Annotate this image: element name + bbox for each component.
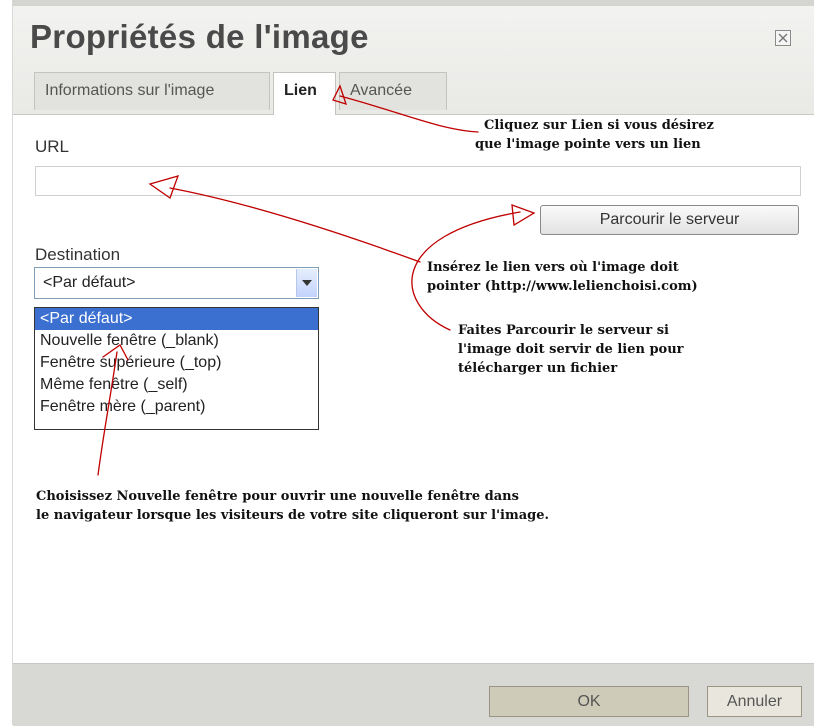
option-top[interactable]: Fenêtre supérieure (_top): [35, 352, 318, 374]
url-label: URL: [35, 137, 70, 156]
browse-server-button[interactable]: Parcourir le serveur: [540, 205, 799, 235]
option-blank[interactable]: Nouvelle fenêtre (_blank): [35, 330, 318, 352]
destination-select[interactable]: <Par défaut>: [34, 267, 319, 299]
option-default[interactable]: <Par défaut>: [35, 308, 318, 330]
top-rule: [13, 0, 814, 6]
annotation-url-line1: Insérez le lien vers où l'image doit: [427, 260, 679, 275]
destination-label: Destination: [35, 245, 121, 264]
ok-button[interactable]: OK: [489, 686, 689, 717]
tab-image-info[interactable]: Informations sur l'image: [34, 72, 270, 110]
tab-link[interactable]: Lien: [273, 72, 336, 115]
annotation-browse-line3: télécharger un fichier: [458, 361, 618, 376]
annotation-window-line2: le navigateur lorsque les visiteurs de v…: [36, 508, 550, 523]
tab-advanced[interactable]: Avancée: [339, 72, 447, 110]
option-self[interactable]: Même fenêtre (_self): [35, 374, 318, 396]
image-properties-dialog: Propriétés de l'image Informations sur l…: [12, 0, 814, 726]
annotation-url-line2: pointer (http://www.lelienchoisi.com): [427, 279, 698, 294]
destination-selected-value: <Par défaut>: [43, 274, 136, 291]
dialog-footer: OK Annuler: [13, 663, 814, 726]
url-input[interactable]: [35, 166, 801, 196]
close-icon[interactable]: [775, 30, 791, 46]
chevron-down-icon[interactable]: [296, 269, 317, 297]
annotation-lien-line2: que l'image pointe vers un lien: [475, 137, 701, 152]
annotation-window-line1: Choisissez Nouvelle fenêtre pour ouvrir …: [36, 489, 519, 504]
annotation-lien-line1: Cliquez sur Lien si vous désirez: [484, 118, 714, 133]
annotation-browse-line1: Faites Parcourir le serveur si: [458, 323, 669, 338]
dialog-header: Propriétés de l'image Informations sur l…: [13, 0, 814, 115]
destination-dropdown-list: <Par défaut> Nouvelle fenêtre (_blank) F…: [34, 307, 319, 430]
dialog-title: Propriétés de l'image: [30, 18, 369, 55]
cancel-button[interactable]: Annuler: [707, 686, 802, 717]
annotation-browse-line2: l'image doit servir de lien pour: [458, 342, 684, 357]
option-parent[interactable]: Fenêtre mère (_parent): [35, 396, 318, 418]
